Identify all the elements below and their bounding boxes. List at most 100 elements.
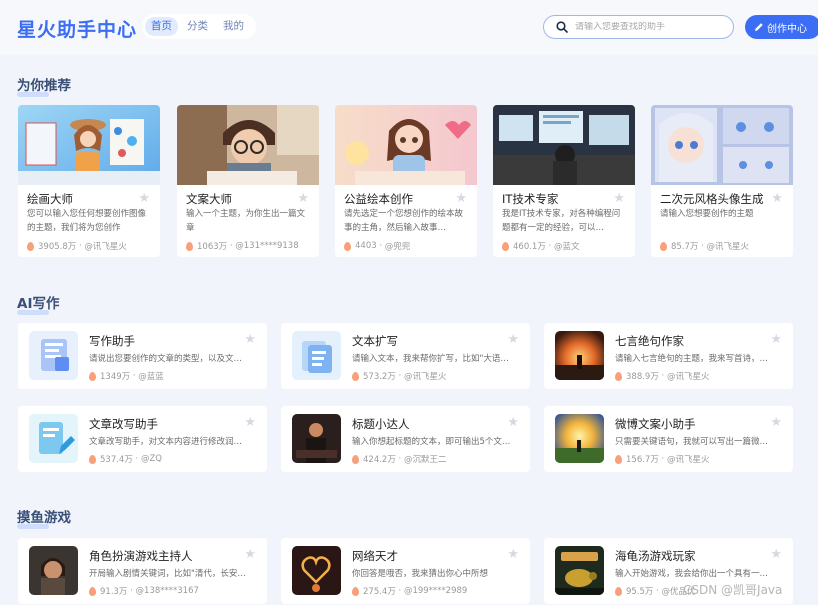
site-logo[interactable]: 星火助手中心 xyxy=(17,15,137,42)
flame-icon xyxy=(344,241,351,251)
assistant-list-item[interactable]: 网络天才 ★ 你回答是哦否，我来猜出你心中所想 275.4万 · @199***… xyxy=(281,538,530,604)
item-meta: 388.9万 · @讯飞星火 xyxy=(615,370,709,382)
flame-icon xyxy=(27,241,34,251)
item-title: 标题小达人 xyxy=(352,417,410,431)
card-description: 请先选定一个您想创作的绘本故事的主角，然后输入故事… xyxy=(344,209,464,233)
assistant-list-item[interactable]: 文章改写助手 ★ 文章改写助手，对文本内容进行修改润… 537.4万 · @ZQ xyxy=(18,406,267,472)
card-meta: 4403 · @兜兜 xyxy=(344,240,410,252)
flame-icon xyxy=(615,454,622,464)
assistant-list-item[interactable]: 微博文案小助手 ★ 只需要关键语句，我就可以写出一篇微… 156.7万 · @讯… xyxy=(544,406,793,472)
assistant-list-item[interactable]: 角色扮演游戏主持人 ★ 开局输入剧情关键词，比如"清代，长安… 91.3万 · … xyxy=(18,538,267,604)
favorite-star-icon[interactable]: ★ xyxy=(507,333,519,346)
card-image xyxy=(493,105,635,185)
top-bar: 星火助手中心 首页 分类 我的 创作中心 xyxy=(0,0,818,55)
flame-icon xyxy=(615,371,622,381)
nav-tabs: 首页 分类 我的 xyxy=(142,14,256,39)
card-image xyxy=(18,105,160,185)
assistant-list-item[interactable]: 七言绝句作家 ★ 请输入七言绝句的主题，我来写首诗，… 388.9万 · @讯飞… xyxy=(544,323,793,389)
card-description: 请输入您想要创作的主题 xyxy=(660,209,754,219)
flame-icon xyxy=(352,454,359,464)
tab-mine[interactable]: 我的 xyxy=(217,17,250,36)
flame-icon xyxy=(89,371,96,381)
weibo-copy-icon xyxy=(555,414,604,463)
item-meta: 1349万 · @蓝蓝 xyxy=(89,370,164,382)
assistant-list-item[interactable]: 标题小达人 ★ 输入你想起标题的文本，即可输出5个文… 424.2万 · @沉默… xyxy=(281,406,530,472)
item-description: 请说出您要创作的文章的类型，以及文… xyxy=(89,354,243,364)
item-description: 开局输入剧情关键词，比如"清代，长安… xyxy=(89,569,246,579)
item-description: 请输入七言绝句的主题，我来写首诗，… xyxy=(615,354,769,364)
section-title-games: 摸鱼游戏 xyxy=(17,506,71,529)
card-title: 文案大师 xyxy=(186,192,232,206)
item-meta: 156.7万 · @讯飞星火 xyxy=(615,453,709,465)
favorite-star-icon[interactable]: ★ xyxy=(244,548,256,561)
item-meta: 424.2万 · @沉默王二 xyxy=(352,453,446,465)
favorite-star-icon[interactable]: ★ xyxy=(770,333,782,346)
pencil-icon xyxy=(755,23,763,31)
watermark: CSDN @凯哥Java xyxy=(683,583,783,597)
item-meta: 573.2万 · @讯飞星火 xyxy=(352,370,446,382)
favorite-star-icon[interactable]: ★ xyxy=(244,333,256,346)
item-title: 写作助手 xyxy=(89,334,135,348)
card-image xyxy=(177,105,319,185)
item-description: 输入你想起标题的文本，即可输出5个文… xyxy=(352,437,511,447)
title-expert-icon xyxy=(292,414,341,463)
search-input[interactable] xyxy=(575,22,725,32)
item-title: 角色扮演游戏主持人 xyxy=(89,549,193,563)
rewrite-assistant-icon xyxy=(29,414,78,463)
item-title: 海龟汤游戏玩家 xyxy=(615,549,696,563)
flame-icon xyxy=(615,586,622,596)
card-title: 绘画大师 xyxy=(27,192,73,206)
item-title: 微博文案小助手 xyxy=(615,417,696,431)
item-description: 输入开始游戏，我会给你出一个具有一… xyxy=(615,569,769,579)
item-description: 你回答是哦否，我来猜出你心中所想 xyxy=(352,569,489,579)
favorite-star-icon[interactable]: ★ xyxy=(507,416,519,429)
favorite-star-icon[interactable]: ★ xyxy=(455,192,467,205)
assistant-card[interactable]: 文案大师 ★ 输入一个主题，为你生出一篇文章 1063万 · @131****9… xyxy=(177,105,319,257)
item-meta: 275.4万 · @199****2989 xyxy=(352,585,467,597)
favorite-star-icon[interactable]: ★ xyxy=(138,192,150,205)
item-description: 文章改写助手，对文本内容进行修改润… xyxy=(89,437,243,447)
favorite-star-icon[interactable]: ★ xyxy=(507,548,519,561)
search-box[interactable] xyxy=(543,15,734,39)
card-image xyxy=(335,105,477,185)
flame-icon xyxy=(89,586,96,596)
flame-icon xyxy=(352,586,359,596)
card-title: 二次元风格头像生成 xyxy=(660,192,764,206)
flame-icon xyxy=(352,371,359,381)
assistant-list-item[interactable]: 文本扩写 ★ 请输入文本，我来帮你扩写，比如"大语… 573.2万 · @讯飞星… xyxy=(281,323,530,389)
favorite-star-icon[interactable]: ★ xyxy=(771,192,783,205)
favorite-star-icon[interactable]: ★ xyxy=(297,192,309,205)
flame-icon xyxy=(502,241,509,251)
tab-home[interactable]: 首页 xyxy=(145,17,178,36)
card-title: 公益绘本创作 xyxy=(344,192,413,206)
item-description: 请输入文本，我来帮你扩写，比如"大语… xyxy=(352,354,509,364)
assistant-card[interactable]: 二次元风格头像生成 ★ 请输入您想要创作的主题 85.7万 · @讯飞星火 xyxy=(651,105,793,257)
assistant-card[interactable]: 公益绘本创作 ★ 请先选定一个您想创作的绘本故事的主角，然后输入故事… 4403… xyxy=(335,105,477,257)
item-meta: 91.3万 · @138****3167 xyxy=(89,585,199,597)
favorite-star-icon[interactable]: ★ xyxy=(770,548,782,561)
assistant-card[interactable]: IT技术专家 ★ 我是IT技术专家，对各种编程问题都有一定的经验，可以… 460… xyxy=(493,105,635,257)
rpg-host-icon xyxy=(29,546,78,595)
item-description: 只需要关键语句，我就可以写出一篇微… xyxy=(615,437,769,447)
flame-icon xyxy=(89,454,96,464)
favorite-star-icon[interactable]: ★ xyxy=(613,192,625,205)
item-title: 七言绝句作家 xyxy=(615,334,684,348)
section-title-recommend: 为你推荐 xyxy=(17,74,71,97)
card-meta: 460.1万 · @蓝文 xyxy=(502,240,579,252)
card-description: 您可以输入您任何想要创作图像的主题，我们将为您创作 xyxy=(27,209,147,233)
writing-assistant-icon xyxy=(29,331,78,380)
favorite-star-icon[interactable]: ★ xyxy=(770,416,782,429)
card-description: 输入一个主题，为你生出一篇文章 xyxy=(186,209,306,233)
item-title: 文章改写助手 xyxy=(89,417,158,431)
assistant-card[interactable]: 绘画大师 ★ 您可以输入您任何想要创作图像的主题，我们将为您创作 3905.8万… xyxy=(18,105,160,257)
card-description: 我是IT技术专家，对各种编程问题都有一定的经验，可以… xyxy=(502,209,621,233)
tab-category[interactable]: 分类 xyxy=(181,17,214,36)
assistant-list-item[interactable]: 写作助手 ★ 请说出您要创作的文章的类型，以及文… 1349万 · @蓝蓝 xyxy=(18,323,267,389)
text-expand-icon xyxy=(292,331,341,380)
item-title: 网络天才 xyxy=(352,549,398,563)
poetry-writer-icon xyxy=(555,331,604,380)
card-meta: 85.7万 · @讯飞星火 xyxy=(660,240,749,252)
create-center-button[interactable]: 创作中心 xyxy=(745,15,818,39)
card-image xyxy=(651,105,793,185)
favorite-star-icon[interactable]: ★ xyxy=(244,416,256,429)
